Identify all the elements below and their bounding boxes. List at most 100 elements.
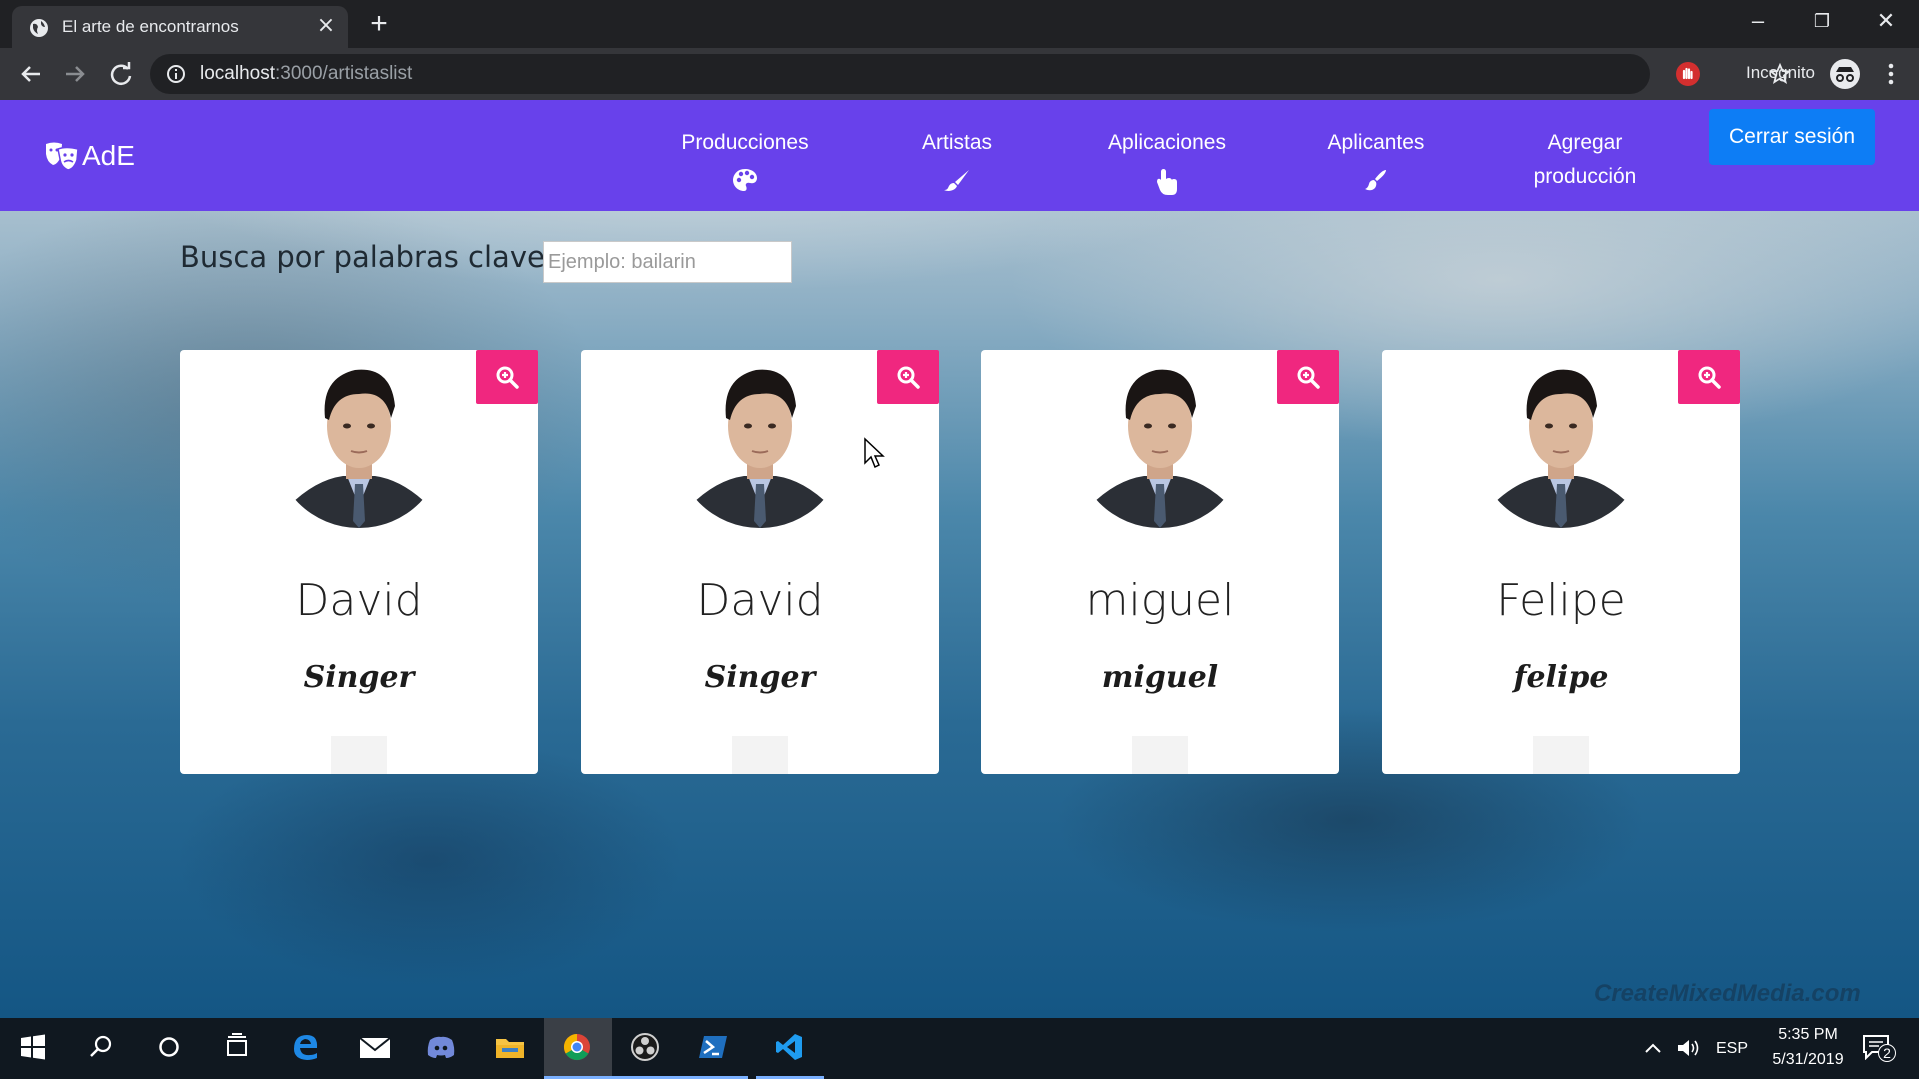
windows-logo-icon (21, 1034, 45, 1060)
start-button[interactable] (0, 1018, 68, 1079)
task-view-icon (227, 1033, 247, 1056)
artist-photo (1487, 356, 1635, 528)
close-window-button[interactable]: ✕ (1868, 6, 1904, 36)
artist-card: David Singer (180, 350, 538, 774)
clock-time[interactable]: 5:35 PM (1768, 1026, 1848, 1044)
incognito-icon[interactable] (1829, 58, 1861, 90)
browser-tab[interactable]: El arte de encontrarnos × (12, 6, 348, 48)
show-hidden-icons-chevron-icon[interactable] (1643, 1039, 1663, 1057)
language-indicator[interactable]: ESP (1716, 1040, 1748, 1058)
taskbar-discord[interactable] (408, 1018, 476, 1079)
extension-hand-icon[interactable] (1675, 61, 1701, 87)
discord-icon (427, 1036, 455, 1058)
url-text: localhost:3000/artistaslist (200, 63, 412, 85)
artist-card: Felipe felipe (1382, 350, 1740, 774)
task-view-button[interactable] (204, 1018, 272, 1079)
incognito-label: Incognito (1746, 63, 1815, 82)
action-center-button[interactable]: 2 (1862, 1034, 1896, 1064)
artist-role: felipe (1513, 660, 1609, 695)
artist-photo (686, 356, 834, 528)
artist-card: miguel miguel (981, 350, 1339, 774)
nav-item-aplicantes[interactable]: Aplicantes (1308, 126, 1444, 192)
taskbar-search[interactable] (68, 1018, 136, 1079)
zoom-in-icon (1698, 366, 1721, 389)
page-viewport: AdE Producciones Artistas Aplicaciones A… (0, 100, 1919, 1018)
artist-photo (285, 356, 433, 528)
address-bar[interactable]: localhost:3000/artistaslist (150, 54, 1792, 94)
tab-close-button[interactable]: × (314, 14, 338, 38)
view-details-button[interactable] (877, 350, 939, 404)
new-tab-button[interactable]: + (364, 9, 394, 40)
zoom-in-icon (897, 366, 920, 389)
zoom-in-icon (496, 366, 519, 389)
nav-item-label: Aplicaciones (1108, 131, 1226, 154)
view-details-button[interactable] (1277, 350, 1339, 404)
taskbar-vscode[interactable] (756, 1018, 824, 1079)
taskbar-file-explorer[interactable] (476, 1018, 544, 1079)
windows-taskbar: ESP 5:35 PM 5/31/2019 2 (0, 1018, 1919, 1079)
artist-name: miguel (1085, 575, 1235, 626)
info-icon[interactable] (166, 64, 186, 84)
volume-icon[interactable] (1676, 1037, 1702, 1059)
artist-photo (1086, 356, 1234, 528)
reload-icon[interactable] (106, 59, 136, 89)
search-input[interactable] (543, 241, 792, 283)
forward-arrow-icon[interactable] (60, 59, 90, 89)
brand-logo[interactable]: AdE (44, 138, 135, 174)
folder-icon (496, 1039, 524, 1058)
zoom-in-icon (1297, 366, 1320, 389)
card-placeholder-box (1132, 736, 1188, 774)
restore-button[interactable]: ❐ (1804, 6, 1840, 36)
artist-name: Felipe (1496, 575, 1626, 626)
logout-button[interactable]: Cerrar sesión (1709, 109, 1875, 165)
taskbar-obs[interactable] (612, 1018, 680, 1079)
browser-toolbar: localhost:3000/artistaslist Incognito (0, 48, 1919, 100)
vscode-icon (776, 1034, 802, 1060)
card-placeholder-box (331, 736, 387, 774)
notification-count-badge: 2 (1878, 1044, 1896, 1062)
nav-item-agregar-produccion[interactable]: Agregar producción (1505, 126, 1665, 194)
minimize-button[interactable]: – (1740, 6, 1776, 36)
more-menu-icon[interactable] (1880, 60, 1902, 88)
artist-role: Singer (704, 660, 816, 695)
search-icon (90, 1035, 112, 1057)
taskbar-edge[interactable] (272, 1018, 340, 1079)
nav-item-label: Producciones (681, 131, 809, 154)
mail-icon (359, 1037, 391, 1058)
nav-item-label: Artistas (921, 131, 992, 154)
hand-pointer-icon (1157, 169, 1177, 195)
nav-item-artistas[interactable]: Artistas (902, 126, 1012, 192)
nav-item-aplicaciones[interactable]: Aplicaciones (1097, 126, 1237, 196)
paint-brush-icon (1365, 170, 1386, 191)
back-arrow-icon[interactable] (16, 59, 46, 89)
edge-browser-icon (294, 1035, 318, 1060)
nav-item-producciones[interactable]: Producciones (675, 126, 815, 192)
card-placeholder-box (1533, 736, 1589, 774)
theater-masks-icon (46, 142, 79, 171)
clock-date[interactable]: 5/31/2019 (1762, 1051, 1854, 1069)
view-details-button[interactable] (476, 350, 538, 404)
taskbar-chrome[interactable] (544, 1018, 612, 1079)
brand-name: AdE (82, 140, 135, 171)
tab-title: El arte de encontrarnos (62, 17, 239, 36)
url-host: localhost (200, 63, 275, 84)
taskbar-powershell[interactable] (680, 1018, 748, 1079)
artist-role: Singer (303, 660, 415, 695)
brush-icon (944, 170, 969, 191)
url-path: :3000/artistaslist (275, 63, 413, 84)
nav-item-label-line2: producción (1533, 165, 1637, 188)
search-label: Busca por palabras clave: (180, 240, 555, 274)
nav-item-label-line1: Agregar (1547, 131, 1623, 154)
artist-name: David (696, 575, 824, 626)
nav-item-label: Aplicantes (1327, 131, 1425, 154)
artist-card: David Singer (581, 350, 939, 774)
globe-icon (30, 19, 48, 37)
palette-icon (733, 169, 757, 191)
view-details-button[interactable] (1678, 350, 1740, 404)
mouse-cursor-icon (864, 437, 885, 469)
taskbar-mail[interactable] (340, 1018, 408, 1079)
cortana-button[interactable] (136, 1018, 204, 1079)
chrome-icon (563, 1033, 590, 1061)
top-navbar: AdE Producciones Artistas Aplicaciones A… (0, 100, 1919, 211)
card-placeholder-box (732, 736, 788, 774)
